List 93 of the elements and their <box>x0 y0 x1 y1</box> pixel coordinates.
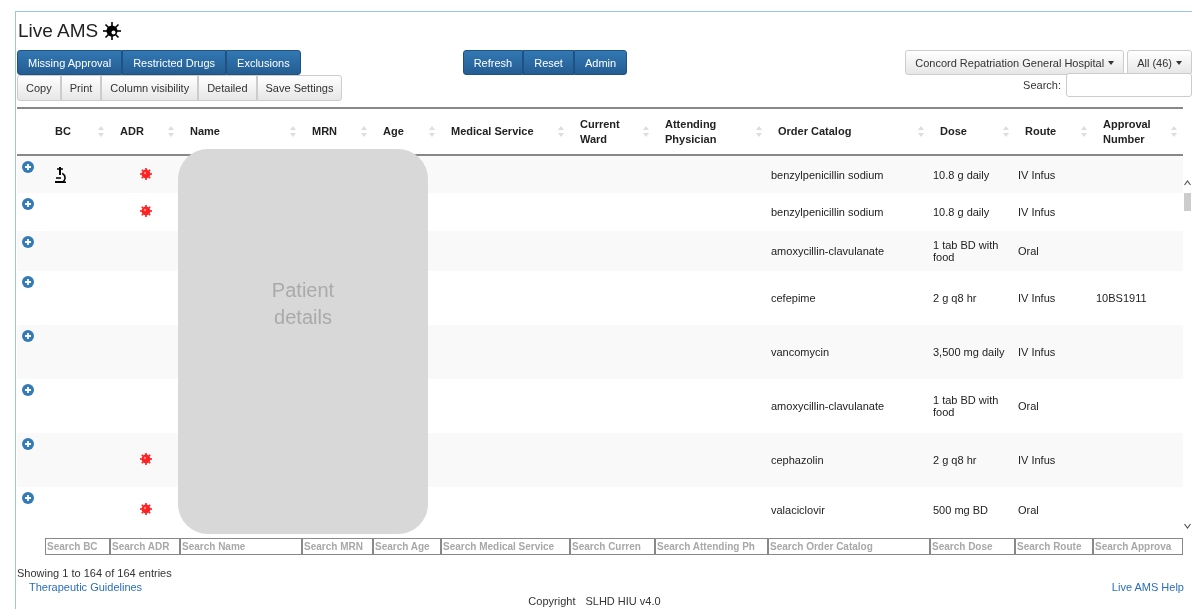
column-header[interactable]: Name <box>190 124 220 139</box>
order-text: amoxycillin-clavulanate <box>771 400 885 412</box>
hospital-dropdown[interactable]: Concord Repatriation General Hospital <box>905 50 1125 75</box>
tool-button[interactable]: Column visibility <box>101 75 199 101</box>
sort-icon[interactable] <box>168 126 174 137</box>
tool-button[interactable]: Detailed <box>198 75 257 101</box>
route-text: IV Infus <box>1018 292 1056 304</box>
expand-icon[interactable] <box>22 438 34 450</box>
expand-icon[interactable] <box>22 198 34 210</box>
column-filter-field[interactable]: Search Name <box>180 537 302 555</box>
column-filter-field[interactable]: Search Age <box>373 537 441 555</box>
column-filter-field[interactable]: Search Approva <box>1093 537 1183 555</box>
sort-icon[interactable] <box>1081 126 1087 137</box>
dose-text: 3,500 mg daily <box>933 346 1005 358</box>
filter-button[interactable]: Missing Approval <box>17 50 123 75</box>
entries-info: Showing 1 to 164 of 164 entries <box>17 567 172 579</box>
column-header[interactable]: Route <box>1025 124 1057 139</box>
column-header[interactable]: Current Ward <box>580 116 620 147</box>
column-filter-field[interactable]: Search MRN <box>302 537 373 555</box>
sort-icon[interactable] <box>756 126 762 137</box>
route-text: IV Infus <box>1018 206 1056 218</box>
column-filter-field[interactable]: Search Attending Ph <box>655 537 768 555</box>
expand-icon[interactable] <box>22 384 34 396</box>
expand-icon[interactable] <box>22 236 34 248</box>
tool-button[interactable]: Copy <box>17 75 61 101</box>
copyright-text: Copyright <box>528 595 576 607</box>
column-header[interactable]: Order Catalog <box>778 124 852 139</box>
route-text: IV Infus <box>1018 168 1056 181</box>
sort-icon[interactable] <box>429 126 435 137</box>
dose-text: 500 mg BD <box>933 504 989 516</box>
caret-icon <box>1176 60 1182 65</box>
order-text: vancomycin <box>771 346 830 358</box>
dose-text: 2 g q8 hr <box>933 454 977 466</box>
expand-icon[interactable] <box>22 276 34 288</box>
sort-icon[interactable] <box>98 126 104 137</box>
guidelines-link[interactable]: Therapeutic Guidelines <box>29 581 143 593</box>
order-text: valaciclovir <box>771 504 825 516</box>
sort-icon[interactable] <box>918 126 924 137</box>
filter-button[interactable]: Exclusions <box>226 50 301 75</box>
order-text: benzylpenicillin sodium <box>771 206 884 218</box>
count-dropdown[interactable]: All (46) <box>1127 50 1192 75</box>
action-button[interactable]: Admin <box>573 50 628 75</box>
expand-icon[interactable] <box>22 492 34 504</box>
caret-icon <box>1108 60 1115 65</box>
dose-text: 10.8 g daily <box>933 168 990 181</box>
expand-icon[interactable] <box>22 161 34 173</box>
sort-icon[interactable] <box>1003 126 1009 137</box>
column-filter-field[interactable]: Search BC <box>45 537 110 555</box>
sort-icon[interactable] <box>558 126 564 137</box>
dose-text: 2 g q8 hr <box>933 292 977 304</box>
order-text: benzylpenicillin sodium <box>771 168 884 181</box>
route-text: Oral <box>1018 245 1039 257</box>
filter-button[interactable]: Restricted Drugs <box>122 50 227 75</box>
column-header[interactable]: Approval Number <box>1103 116 1151 147</box>
route-text: Oral <box>1018 504 1039 516</box>
column-header[interactable]: BC <box>55 124 71 139</box>
column-filter-field[interactable]: Search ADR <box>110 537 180 555</box>
version-text: SLHD HIU v4.0 <box>585 595 661 607</box>
column-filter-field[interactable]: Search Order Catalog <box>768 537 930 555</box>
order-text: amoxycillin-clavulanate <box>771 245 885 257</box>
route-text: IV Infus <box>1018 346 1056 358</box>
order-text: cephazolin <box>771 454 824 466</box>
sort-icon[interactable] <box>290 126 296 137</box>
dose-text: 10.8 g daily <box>933 206 990 218</box>
action-button[interactable]: Reset <box>523 50 574 75</box>
help-link[interactable]: Live AMS Help <box>1111 581 1184 593</box>
tool-button[interactable]: Print <box>60 75 102 101</box>
action-button[interactable]: Refresh <box>462 50 524 75</box>
column-filter-field[interactable]: Search Curren <box>570 537 655 555</box>
column-header[interactable]: Medical Service <box>451 124 534 139</box>
column-header[interactable]: Dose <box>940 124 967 139</box>
dose-text: 1 tab BD with food <box>933 239 999 263</box>
route-text: IV Infus <box>1018 454 1056 466</box>
page-title: Live AMS <box>18 20 99 42</box>
column-filter-field[interactable]: Search Medical Service <box>441 537 570 555</box>
sort-icon[interactable] <box>361 126 367 137</box>
column-header[interactable]: MRN <box>312 124 338 139</box>
sort-icon[interactable] <box>643 126 649 137</box>
search-label: Search: <box>1023 79 1061 91</box>
dose-text: 1 tab BD with food <box>933 394 999 418</box>
expand-icon[interactable] <box>22 330 34 342</box>
tool-button[interactable]: Save Settings <box>256 75 343 101</box>
column-header[interactable]: Age <box>383 124 404 139</box>
route-text: Oral <box>1018 400 1039 412</box>
column-header[interactable]: Attending Physician <box>665 116 717 147</box>
approval-text: 10BS1911 <box>1096 292 1147 304</box>
sort-icon[interactable] <box>1171 126 1177 137</box>
column-filter-field[interactable]: Search Route <box>1015 537 1093 555</box>
bug-icon <box>102 21 123 41</box>
search-field[interactable] <box>1066 73 1192 97</box>
column-header[interactable]: ADR <box>120 124 144 139</box>
column-filter-field[interactable]: Search Dose <box>930 537 1015 555</box>
order-text: cefepime <box>771 292 816 304</box>
